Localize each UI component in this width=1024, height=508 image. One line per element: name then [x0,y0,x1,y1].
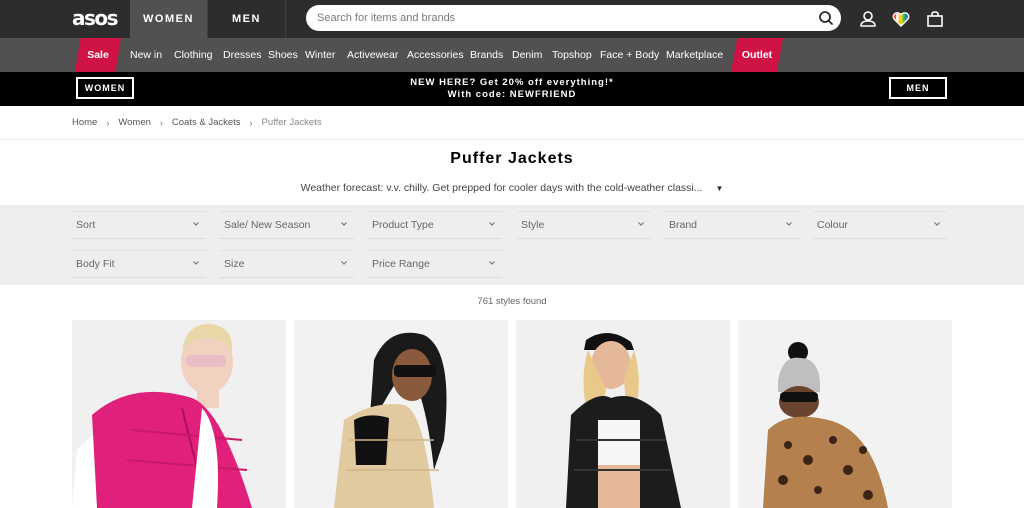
product-card[interactable] [516,320,730,508]
breadcrumb-current: Puffer Jackets [261,117,322,128]
product-image[interactable] [516,320,730,508]
chevron-down-icon [489,222,495,226]
chevron-down-icon [638,222,644,226]
filter-style[interactable]: Style [517,211,651,239]
chevron-down-icon [786,222,792,226]
filter-label: Sort [76,219,96,231]
breadcrumb-home[interactable]: Home [72,117,97,128]
product-image[interactable] [294,320,508,508]
nav-denim[interactable]: Denim [512,38,542,72]
product-card[interactable] [72,320,286,508]
filter-label: Sale/ New Season [224,219,311,231]
bag-icon[interactable] [925,9,945,29]
top-header: asos WOMEN MEN [0,0,1024,38]
nav-outlet[interactable]: Outlet [731,38,783,72]
nav-shoes[interactable]: Shoes [268,38,298,72]
breadcrumb-separator: › [106,117,110,128]
breadcrumb: Home › Women › Coats & Jackets › Puffer … [72,117,322,128]
product-image[interactable] [72,320,286,508]
filter-bar: Sort Sale/ New Season Product Type Style… [0,205,1024,285]
filter-label: Style [521,219,545,231]
search-bar [306,5,841,31]
filter-sort[interactable]: Sort [72,211,206,239]
nav-activewear[interactable]: Activewear [347,38,398,72]
product-card[interactable] [738,320,952,508]
results-count: 761 styles found [477,296,547,307]
promo-line-2: With code: NEWFRIEND [447,89,577,100]
nav-winter[interactable]: Winter [305,38,335,72]
product-image[interactable] [738,320,952,508]
filter-body-fit[interactable]: Body Fit [72,250,206,278]
search-icon[interactable] [817,9,835,27]
filter-label: Product Type [372,219,434,231]
nav-accessories[interactable]: Accessories [407,38,464,72]
breadcrumb-separator: › [249,117,253,128]
product-card[interactable] [294,320,508,508]
nav-brands[interactable]: Brands [470,38,503,72]
filter-product-type[interactable]: Product Type [368,211,502,239]
nav-topshop[interactable]: Topshop [552,38,592,72]
filter-label: Brand [669,219,698,231]
chevron-down-icon [934,222,940,226]
breadcrumb-separator: › [159,117,163,128]
chevron-down-icon [341,261,347,265]
saved-items-heart-icon[interactable] [891,9,911,29]
nav-dresses[interactable]: Dresses [223,38,262,72]
nav-new-in[interactable]: New in [130,38,162,72]
tab-men[interactable]: MEN [208,0,286,38]
promo-men-button[interactable]: MEN [889,77,947,99]
filter-colour[interactable]: Colour [813,211,947,239]
promo-women-button[interactable]: WOMEN [76,77,134,99]
chevron-down-icon [193,222,199,226]
filter-label: Size [224,258,245,270]
promo-message[interactable]: NEW HERE? Get 20% off everything!* With … [380,77,644,101]
nav-clothing[interactable]: Clothing [174,38,213,72]
nav-marketplace[interactable]: Marketplace [666,38,723,72]
search-input[interactable] [317,12,797,24]
filter-label: Price Range [372,258,430,270]
chevron-down-icon [489,261,495,265]
page-title: Puffer Jackets [450,150,574,167]
promo-line-1: NEW HERE? Get 20% off everything!* [410,77,614,88]
filter-sale-new-season[interactable]: Sale/ New Season [220,211,354,239]
promo-banner: WOMEN NEW HERE? Get 20% off everything!*… [0,72,1024,106]
chevron-down-icon [341,222,347,226]
nav-sale[interactable]: Sale [75,38,121,72]
divider [0,139,1024,140]
filter-label: Colour [817,219,848,231]
filter-size[interactable]: Size [220,250,354,278]
breadcrumb-women[interactable]: Women [118,117,151,128]
asos-logo[interactable]: asos [72,8,119,30]
nav-face-body[interactable]: Face + Body [600,38,659,72]
filter-label: Body Fit [76,258,115,270]
account-icon[interactable] [858,9,878,29]
filter-price-range[interactable]: Price Range [368,250,502,278]
breadcrumb-coats-jackets[interactable]: Coats & Jackets [172,117,241,128]
description-text: Weather forecast: v.v. chilly. Get prepp… [300,182,703,194]
expand-chevron-icon[interactable]: ▼ [715,184,723,193]
chevron-down-icon [193,261,199,265]
category-nav: Sale New in Clothing Dresses Shoes Winte… [0,38,1024,72]
filter-brand[interactable]: Brand [665,211,799,239]
category-description[interactable]: Weather forecast: v.v. chilly. Get prepp… [0,182,1024,194]
tab-women[interactable]: WOMEN [130,0,208,38]
